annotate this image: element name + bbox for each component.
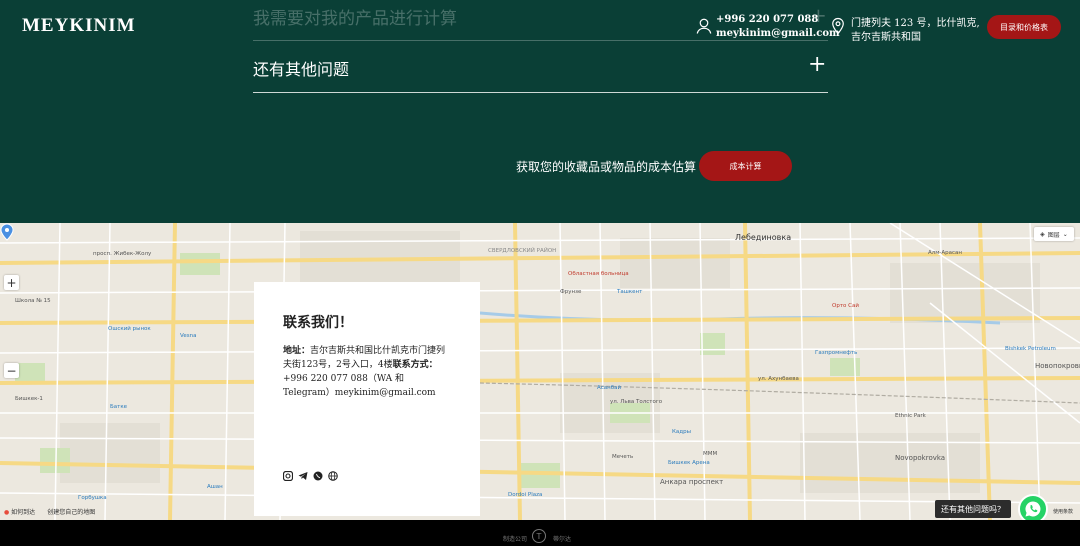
map-label: Горбушка <box>78 495 107 501</box>
map-label: Dordoi Plaza <box>508 492 543 498</box>
create-map-link[interactable]: 创建您自己的地图 <box>47 507 95 516</box>
whatsapp-icon <box>1025 501 1041 517</box>
zoom-in-button[interactable]: + <box>4 275 19 290</box>
map-label: ул. Льва Толстого <box>610 399 663 405</box>
map-directions-label: 如何到达 <box>11 509 36 516</box>
whatsapp-icon[interactable] <box>313 471 323 481</box>
phone-icon <box>696 18 712 34</box>
zoom-out-button[interactable]: − <box>4 363 19 378</box>
map[interactable]: Лебединовка СВЕРДЛОВСКИЙ РАЙОН Ошский ры… <box>0 223 1080 520</box>
layers-button[interactable]: ◈ 图层 ⌄ <box>1034 227 1074 241</box>
header-phone[interactable]: +996 220 077 088 <box>716 14 818 25</box>
map-label: Мечеть <box>612 454 634 460</box>
plus-icon[interactable]: + <box>808 54 826 76</box>
footer-made-by: 制造公司 <box>503 536 528 543</box>
map-label: Асанбай <box>597 385 622 391</box>
map-label: ул. Ахунбаева <box>758 376 799 382</box>
map-label: Алм-Арасан <box>928 250 963 256</box>
chevron-down-icon: ⌄ <box>1062 230 1068 238</box>
address-label: 地址： <box>283 346 311 356</box>
map-label: МММ <box>703 451 718 457</box>
map-directions-link[interactable]: ● 如何到达 <box>4 507 35 516</box>
map-label: Бишкек Арена <box>668 460 710 466</box>
map-label: Анкара проспект <box>660 478 724 486</box>
header-address-line2: 吉尔吉斯共和国 <box>851 32 921 43</box>
faq-question[interactable]: 还有其他问题 <box>253 56 349 80</box>
map-terms-link[interactable]: 使用条款 <box>1053 508 1073 515</box>
map-label: Областная больница <box>568 271 629 277</box>
location-pin-icon <box>832 17 844 35</box>
map-label: Кадры <box>672 429 691 435</box>
map-label: Novopokrovka <box>895 454 946 462</box>
cost-calculation-button[interactable]: 成本计算 <box>699 151 792 181</box>
contact-label: 联系方式： <box>392 360 438 370</box>
layers-label: 图层 <box>1047 231 1060 239</box>
layers-icon: ◈ <box>1040 230 1045 238</box>
map-label: Школа № 15 <box>15 298 51 304</box>
contact-title: 联系我们！ <box>283 315 353 331</box>
faq-divider-1 <box>253 40 828 41</box>
map-label: Ташкент <box>617 289 643 295</box>
map-label: Ethnic Park <box>895 413 926 419</box>
globe-icon[interactable] <box>328 471 338 481</box>
map-label: просп. Жибек-Жолу <box>93 251 152 257</box>
map-label: Ашан <box>207 484 223 490</box>
header-address-line1: 门捷列夫 123 号，比什凯克, <box>851 18 980 29</box>
faq-divider-2 <box>253 92 828 93</box>
map-credit: ● 如何到达 创建您自己的地图 <box>4 507 95 516</box>
location-icon: ● <box>4 509 10 516</box>
header-email[interactable]: meykinim@gmail.com <box>716 28 840 39</box>
map-label: Газпромнефть <box>815 350 858 356</box>
social-icons <box>283 471 338 481</box>
logo[interactable]: MEYKINIM <box>22 15 136 37</box>
telegram-icon[interactable] <box>298 471 308 481</box>
contact-body: 地址：吉尔吉斯共和国比什凯克市门捷列夫街123号，2号入口，4楼联系方式：+99… <box>283 344 453 400</box>
map-roads <box>0 223 1080 520</box>
map-marker-icon <box>0 223 14 241</box>
map-label: Лебединовка <box>735 233 792 242</box>
contact-text[interactable]: +996 220 077 088（WA 和 Telegram）meykinim@… <box>283 374 436 398</box>
footer: 制造公司 T 蒂尔达 <box>0 520 1080 546</box>
map-label: Новопокровка <box>1035 362 1080 370</box>
map-label: Bishkek Petroleum <box>1005 346 1056 352</box>
catalog-button[interactable]: 目录和价格表 <box>987 15 1061 39</box>
help-bubble[interactable]: 还有其他问题吗？ <box>935 500 1011 518</box>
map-label: СВЕРДЛОВСКИЙ РАЙОН <box>488 248 557 254</box>
estimate-text: 获取您的收藏品或物品的成本估算 <box>516 160 697 174</box>
contact-card: 联系我们！ 地址：吉尔吉斯共和国比什凯克市门捷列夫街123号，2号入口，4楼联系… <box>254 282 480 516</box>
map-label: Бишкек-1 <box>15 396 43 402</box>
tilda-logo-icon[interactable]: T <box>532 529 546 543</box>
map-label: Батке <box>110 404 128 410</box>
map-label: Vesna <box>180 333 197 339</box>
map-label: Орто Сай <box>832 303 859 309</box>
footer-brand[interactable]: 蒂尔达 <box>553 534 571 543</box>
instagram-icon[interactable] <box>283 471 293 481</box>
map-label: Ошский рынок <box>108 326 151 332</box>
map-label: Фрунзе <box>560 289 582 295</box>
faq-question-faded[interactable]: 我需要对我的产品进行计算 <box>253 4 457 29</box>
